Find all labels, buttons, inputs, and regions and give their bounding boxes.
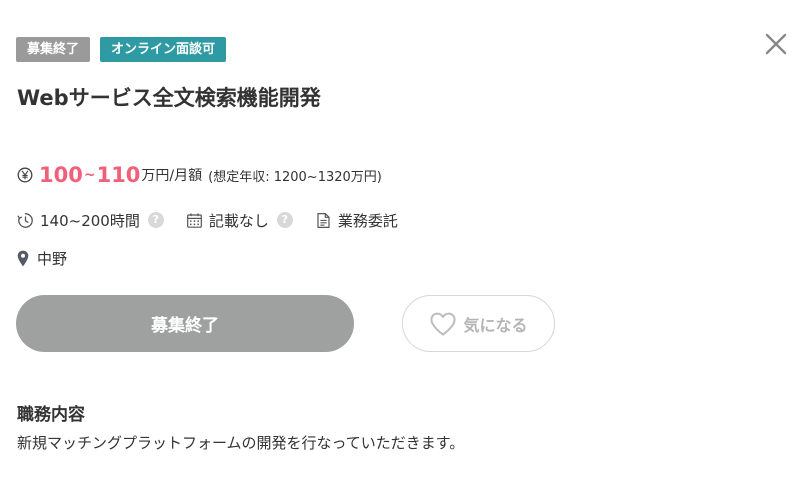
location-row: 中野 xyxy=(17,246,67,270)
job-title: Webサービス全文検索機能開発 xyxy=(17,86,321,110)
working-hours: 140~200時間 ? xyxy=(17,210,164,231)
job-description-text: 新規マッチングプラットフォームの開発を行なっていただきます。 xyxy=(17,434,465,452)
status-badges: 募集終了 オンライン面談可 xyxy=(16,37,227,62)
apply-button[interactable]: 募集終了 xyxy=(16,295,354,352)
salary-unit: 万円/月額 xyxy=(141,168,203,184)
document-icon xyxy=(315,212,332,229)
calendar-icon xyxy=(186,212,203,229)
favorite-button[interactable]: 気になる xyxy=(402,295,555,352)
salary-separator: ~ xyxy=(83,167,96,183)
closed-badge: 募集終了 xyxy=(16,37,91,62)
heart-icon xyxy=(429,311,457,337)
salary-max: 110 xyxy=(96,163,141,187)
contract-type: 業務委託 xyxy=(315,210,398,231)
close-button[interactable] xyxy=(763,31,789,57)
yen-icon xyxy=(17,167,33,183)
contract-type-text: 業務委託 xyxy=(337,211,398,230)
location-text: 中野 xyxy=(37,249,68,268)
map-pin-icon xyxy=(17,250,29,267)
job-description-heading: 職務内容 xyxy=(17,405,85,425)
help-icon[interactable]: ? xyxy=(147,212,164,228)
schedule-text: 記載なし xyxy=(208,211,269,230)
help-icon[interactable]: ? xyxy=(276,212,293,228)
clock-icon xyxy=(17,212,34,229)
salary-row: 100 ~ 110 万円/月額 (想定年収: 1200~1320万円) xyxy=(17,161,382,189)
annual-salary-estimate: (想定年収: 1200~1320万円) xyxy=(208,169,382,185)
salary-min: 100 xyxy=(39,163,83,187)
schedule: 記載なし ? xyxy=(186,210,293,231)
close-icon xyxy=(765,33,787,55)
working-hours-text: 140~200時間 xyxy=(40,211,140,230)
favorite-label: 気になる xyxy=(463,315,528,335)
online-interview-badge: オンライン面談可 xyxy=(100,37,227,62)
job-meta-row: 140~200時間 ? 記載なし ? 業務委託 xyxy=(17,207,420,233)
